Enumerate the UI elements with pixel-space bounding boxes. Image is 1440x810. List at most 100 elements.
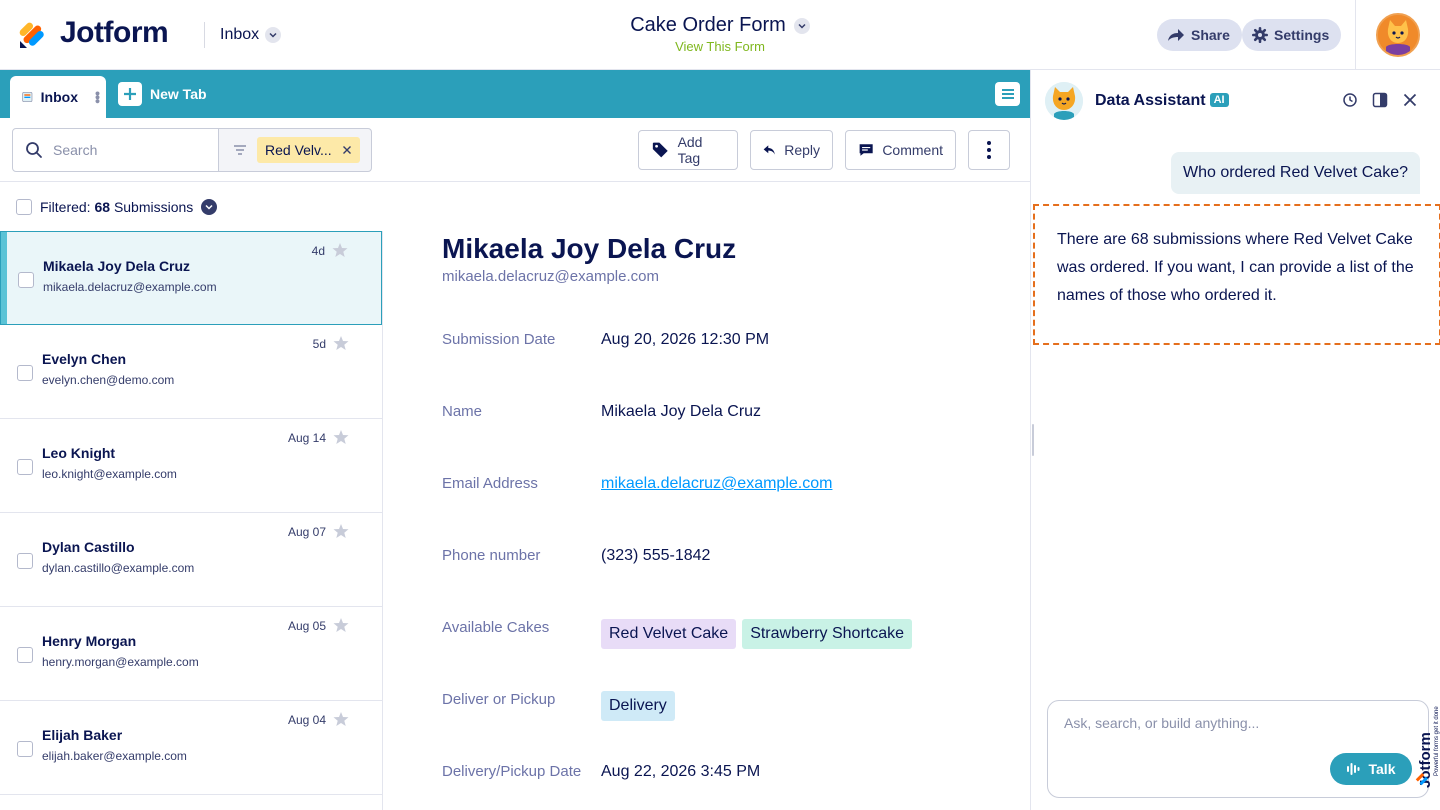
field-value: mikaela.delacruz@example.com	[601, 475, 832, 493]
row-checkbox[interactable]	[17, 459, 33, 475]
jotform-logo[interactable]: Jotform	[18, 16, 169, 50]
tab-inbox[interactable]: Inbox •••	[10, 76, 106, 118]
list-item[interactable]: Dylan Castillo dylan.castillo@example.co…	[0, 513, 382, 607]
tag-list: Delivery	[601, 691, 681, 721]
data-assistant-panel: Data Assistant AI Who ordered Red Velvet …	[1030, 70, 1440, 810]
logo-text: Jotform	[60, 16, 169, 49]
share-button[interactable]: Share	[1157, 19, 1242, 51]
close-icon[interactable]	[1402, 92, 1418, 108]
tag-chip: Delivery	[601, 691, 675, 721]
star-icon[interactable]	[333, 335, 349, 351]
reply-icon	[763, 145, 775, 155]
email-link[interactable]: mikaela.delacruz@example.com	[601, 475, 832, 492]
star-icon[interactable]	[333, 429, 349, 445]
submission-date: Aug 07	[287, 525, 326, 539]
add-tag-button[interactable]: Add Tag	[638, 130, 738, 170]
filter-chip-label: Red Velv...	[265, 142, 332, 158]
toolbar: Red Velv... Add Tag Reply Comment	[0, 118, 1030, 182]
hamburger-icon	[1001, 89, 1014, 99]
list-header: Filtered: 68 Submissions	[0, 183, 383, 231]
search-input[interactable]	[53, 142, 193, 158]
tag-list: Red Velvet Cake Strawberry Shortcake	[601, 619, 918, 649]
list-item[interactable]: Evelyn Chen evelyn.chen@demo.com 5d	[0, 325, 382, 419]
ai-badge: AI	[1209, 93, 1229, 107]
new-tab-button[interactable]: New Tab	[118, 82, 207, 106]
submitter-email: mikaela.delacruz@example.com	[43, 280, 217, 294]
share-label: Share	[1191, 27, 1230, 43]
row-checkbox[interactable]	[17, 553, 33, 569]
row-checkbox[interactable]	[17, 741, 33, 757]
talk-button[interactable]: Talk	[1330, 753, 1412, 785]
panel-resize-handle[interactable]	[1032, 424, 1034, 456]
list-item[interactable]: Mikaela Joy Dela Cruz mikaela.delacruz@e…	[0, 231, 382, 325]
filtered-count: 68	[94, 199, 111, 215]
panel-toggle-icon[interactable]	[1372, 92, 1388, 108]
comment-icon	[859, 144, 873, 156]
close-icon[interactable]	[342, 145, 352, 155]
reply-label: Reply	[784, 142, 820, 158]
star-icon[interactable]	[333, 523, 349, 539]
star-icon[interactable]	[333, 617, 349, 633]
avatar-cat-icon	[1378, 15, 1418, 55]
star-icon[interactable]	[333, 711, 349, 727]
field-label: Email Address	[442, 475, 538, 492]
submitter-name: Evelyn Chen	[42, 351, 127, 367]
assistant-input-box[interactable]: Talk	[1047, 700, 1429, 798]
list-item[interactable]: Leo Knight leo.knight@example.com Aug 14	[0, 419, 382, 513]
user-message-bubble: Who ordered Red Velvet Cake?	[1170, 152, 1420, 194]
kebab-menu-icon	[987, 141, 991, 159]
submitter-name: Mikaela Joy Dela Cruz	[43, 258, 191, 274]
row-checkbox[interactable]	[17, 365, 33, 381]
form-title-area: Cake Order Form View This Form	[560, 14, 880, 54]
submission-date: 4d	[311, 244, 325, 258]
assistant-avatar	[1045, 82, 1083, 120]
inbox-dropdown-label: Inbox	[220, 26, 260, 43]
chevron-down-icon	[265, 27, 282, 43]
assistant-message-bubble: There are 68 submissions where Red Velve…	[1033, 204, 1440, 345]
list-item[interactable]: Henry Morgan henry.morgan@example.com Au…	[0, 607, 382, 701]
view-form-link[interactable]: View This Form	[560, 39, 880, 54]
voice-wave-icon	[1346, 763, 1359, 775]
tab-bar: Inbox ••• New Tab	[0, 70, 1030, 118]
inbox-dropdown[interactable]: Inbox	[220, 26, 282, 44]
submission-list: Mikaela Joy Dela Cruz mikaela.delacruz@e…	[0, 231, 383, 810]
field-value: (323) 555-1842	[601, 547, 711, 564]
filter-area[interactable]: Red Velv...	[218, 128, 372, 172]
history-icon[interactable]	[1342, 92, 1358, 108]
assistant-input[interactable]	[1064, 715, 1364, 745]
reply-button[interactable]: Reply	[750, 130, 833, 170]
jotform-logo-icon	[19, 22, 44, 48]
filtered-count-text: Filtered: 68 Submissions	[40, 199, 193, 215]
comment-button[interactable]: Comment	[845, 130, 956, 170]
talk-label: Talk	[1368, 761, 1396, 777]
list-item[interactable]: Elijah Baker elijah.baker@example.com Au…	[0, 701, 382, 795]
settings-label: Settings	[1274, 27, 1330, 43]
submission-date: Aug 04	[287, 713, 326, 727]
submitter-email: elijah.baker@example.com	[42, 749, 187, 763]
svg-text:Powerful forms get it done: Powerful forms get it done	[1434, 706, 1440, 776]
submitter-name: Henry Morgan	[42, 633, 137, 649]
filtered-prefix: Filtered:	[40, 199, 91, 215]
row-checkbox[interactable]	[18, 272, 34, 288]
field-label: Name	[442, 403, 483, 420]
user-avatar[interactable]	[1376, 13, 1420, 57]
select-all-checkbox[interactable]	[16, 199, 32, 215]
settings-button[interactable]: Settings	[1242, 19, 1342, 51]
assistant-title: Data Assistant AI	[1095, 92, 1229, 110]
search-box[interactable]	[12, 128, 219, 172]
filter-icon	[234, 145, 246, 155]
row-checkbox[interactable]	[17, 647, 33, 663]
form-title: Cake Order Form	[630, 14, 786, 36]
submitter-name: Leo Knight	[42, 445, 116, 461]
field-value: Mikaela Joy Dela Cruz	[601, 403, 762, 420]
field-label: Available Cakes	[442, 619, 550, 636]
tag-chip: Strawberry Shortcake	[742, 619, 913, 649]
chevron-down-icon[interactable]	[201, 199, 218, 215]
comment-label: Comment	[882, 142, 943, 158]
star-icon[interactable]	[332, 242, 348, 258]
more-options-button[interactable]	[968, 130, 1010, 170]
tab-menu-button[interactable]	[995, 82, 1020, 106]
filter-chip[interactable]: Red Velv...	[257, 137, 360, 163]
form-title-dropdown[interactable]: Cake Order Form	[630, 14, 810, 37]
tab-options-icon[interactable]: •••	[90, 91, 106, 103]
